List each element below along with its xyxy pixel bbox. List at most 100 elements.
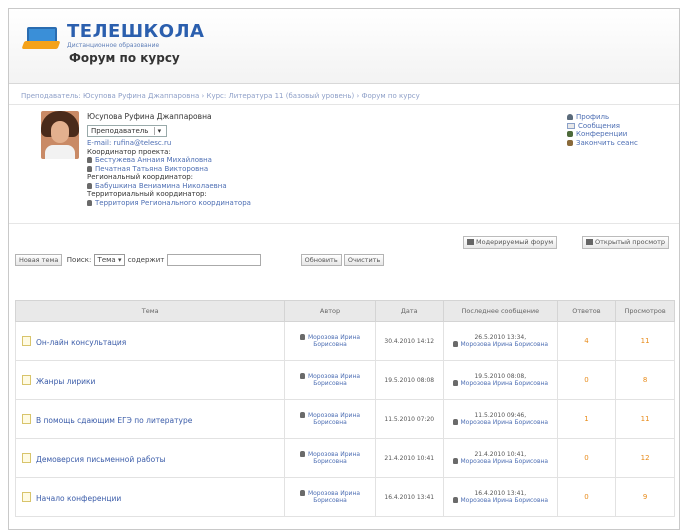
filter-bar: Новая тема Поиск: Тема ▾ содержит Обнови… [15, 254, 385, 266]
search-field-value: Тема [97, 256, 116, 264]
last-message-author-name: Морозова Ирина Борисовна [460, 419, 549, 426]
last-message-date: 26.5.2010 13:34, [474, 334, 527, 341]
menu-conferences-label: Конференции [576, 130, 628, 138]
coord-regional-name: Бабушкина Вениамина Николаевна [95, 181, 227, 190]
refresh-button[interactable]: Обновить [300, 254, 342, 266]
person-icon [452, 497, 458, 503]
person-icon [299, 373, 305, 379]
new-topic-button[interactable]: Новая тема [15, 254, 63, 266]
profile-panel: Юсупова Руфина Джаппаровна Преподаватель… [9, 105, 679, 224]
email-link[interactable]: E-mail: rufina@telesc.ru [87, 139, 251, 148]
last-message-date: 19.5.2010 08:08, [474, 373, 527, 380]
avatar [41, 111, 79, 159]
coord-project-link[interactable]: Бестужева Аннаия Михайловна [87, 156, 251, 165]
coord-regional-link[interactable]: Бабушкина Вениамина Николаевна [87, 182, 251, 191]
date-cell: 19.5.2010 08:08 [374, 360, 444, 400]
forum-icon [467, 239, 474, 245]
replies-count: 0 [556, 477, 617, 517]
chevron-down-icon: ▾ [117, 256, 122, 264]
site-logo[interactable]: ТЕЛЕШКОЛА Дистанционное образование [21, 21, 204, 53]
last-message-author[interactable]: Морозова Ирина Борисовна [445, 497, 556, 504]
person-icon [299, 451, 305, 457]
menu-logout-label: Закончить сеанс [576, 138, 638, 147]
menu-messages[interactable]: Сообщения [567, 122, 638, 131]
topic-icon [22, 452, 31, 463]
col-last-message[interactable]: Последнее сообщение [442, 300, 558, 322]
open-forum-button[interactable]: Открытый просмотр [582, 236, 670, 249]
last-message-author[interactable]: Морозова Ирина Борисовна [445, 419, 556, 426]
col-views[interactable]: Просмотров [615, 300, 675, 322]
moderated-forum-label: Модерируемый форум [476, 238, 554, 246]
topic-link[interactable]: Начало конференции [36, 494, 121, 503]
search-input[interactable] [166, 254, 261, 266]
forum-toolbar: Модерируемый форум Открытый просмотр Нов… [9, 224, 679, 266]
person-icon [299, 334, 305, 340]
author-link[interactable]: Морозова Ирина Борисовна [308, 334, 360, 348]
topic-link[interactable]: Он-лайн консультация [36, 338, 126, 347]
coord-project-name: Бестужева Аннаия Михайловна [95, 156, 212, 164]
profile-info: Юсупова Руфина Джаппаровна Преподаватель… [87, 112, 251, 208]
menu-conferences[interactable]: Конференции [567, 130, 638, 139]
author-cell: Морозова Ирина Борисовна [284, 360, 376, 400]
topics-table: Тема Автор Дата Последнее сообщение Отве… [14, 300, 675, 517]
last-message-cell: 21.4.2010 10:41, Морозова Ирина Борисовна [442, 438, 558, 478]
moderated-forum-button[interactable]: Модерируемый форум [463, 236, 558, 249]
topic-link[interactable]: Демоверсия письменной работы [36, 455, 166, 464]
topic-icon [22, 491, 31, 502]
date-cell: 21.4.2010 10:41 [374, 438, 444, 478]
menu-logout[interactable]: Закончить сеанс [567, 139, 638, 148]
replies-count: 4 [556, 321, 617, 361]
last-message-author-name: Морозова Ирина Борисовна [460, 458, 549, 465]
col-author[interactable]: Автор [284, 300, 376, 322]
date-cell: 11.5.2010 07:20 [374, 399, 444, 439]
col-topic[interactable]: Тема [14, 300, 286, 322]
author-link[interactable]: Морозова Ирина Борисовна [308, 451, 360, 465]
page-title: Форум по курсу [69, 51, 180, 65]
last-message-author[interactable]: Морозова Ирина Борисовна [445, 380, 556, 387]
person-icon [299, 412, 305, 418]
breadcrumb[interactable]: Преподаватель: Юсупова Руфина Джаппаровн… [9, 84, 679, 105]
role-select[interactable]: Преподаватель ▾ [87, 124, 168, 137]
logo-icon [21, 21, 61, 53]
author-cell: Морозова Ирина Борисовна [284, 321, 376, 361]
person-icon [452, 341, 458, 347]
last-message-author-name: Морозова Ирина Борисовна [460, 380, 549, 387]
author-link[interactable]: Морозова Ирина Борисовна [308, 490, 360, 504]
author-cell: Морозова Ирина Борисовна [284, 438, 376, 478]
author-link[interactable]: Морозова Ирина Борисовна [308, 373, 360, 387]
profile-name: Юсупова Руфина Джаппаровна [87, 112, 212, 121]
search-label: Поиск: [66, 256, 92, 264]
clear-button[interactable]: Очистить [343, 254, 385, 266]
col-replies[interactable]: Ответов [556, 300, 617, 322]
table-row: Жанры лирики Морозова Ирина Борисовна 19… [14, 360, 675, 400]
person-icon [87, 165, 92, 172]
contains-label: содержит [127, 256, 165, 264]
topic-icon [22, 335, 31, 346]
last-message-author[interactable]: Морозова Ирина Борисовна [445, 458, 556, 465]
coord-project-link[interactable]: Печатная Татьяна Викторовна [87, 165, 251, 174]
table-row: Он-лайн консультация Морозова Ирина Бори… [14, 321, 675, 361]
views-count: 11 [615, 399, 675, 439]
table-row: Демоверсия письменной работы Морозова Ир… [14, 438, 675, 478]
author-link[interactable]: Морозова Ирина Борисовна [308, 412, 360, 426]
coord-territorial-link[interactable]: Территория Регионального координатора [87, 199, 251, 208]
person-icon [452, 458, 458, 464]
topic-icon [22, 374, 31, 385]
views-count: 8 [615, 360, 675, 400]
coord-regional-label: Региональный координатор: [87, 173, 194, 181]
conference-icon [567, 131, 573, 137]
menu-profile[interactable]: Профиль [567, 113, 638, 122]
last-message-author-name: Морозова Ирина Борисовна [460, 497, 549, 504]
topic-link[interactable]: Жанры лирики [36, 377, 95, 386]
col-date[interactable]: Дата [374, 300, 444, 322]
topic-link[interactable]: В помощь сдающим ЕГЭ по литературе [36, 416, 192, 425]
author-cell: Морозова Ирина Борисовна [284, 399, 376, 439]
breadcrumb-text[interactable]: Преподаватель: Юсупова Руфина Джаппаровн… [21, 92, 420, 100]
page-frame: ТЕЛЕШКОЛА Дистанционное образование Фору… [8, 8, 680, 530]
search-field-select[interactable]: Тема ▾ [93, 254, 126, 266]
logo-subtitle: Дистанционное образование [67, 42, 160, 49]
coord-territorial-name: Территория Регионального координатора [95, 198, 251, 207]
replies-count: 1 [556, 399, 617, 439]
topic-cell: Демоверсия письменной работы [14, 438, 286, 478]
last-message-author[interactable]: Морозова Ирина Борисовна [445, 341, 556, 348]
